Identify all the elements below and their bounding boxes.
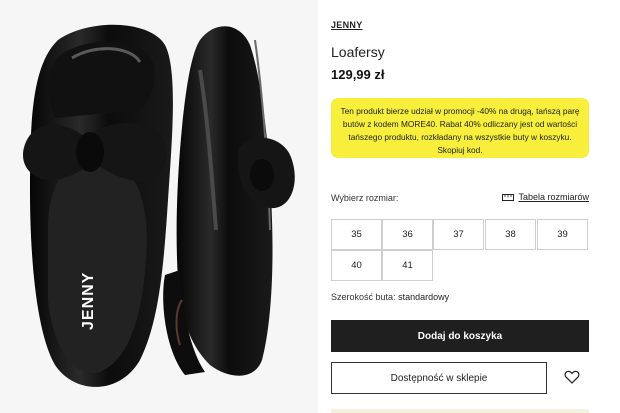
size-guide-link[interactable]: Tabela rozmiarów — [502, 192, 589, 202]
heart-icon[interactable] — [564, 369, 580, 385]
brand-link[interactable]: JENNY — [331, 20, 363, 30]
store-availability-button[interactable]: Dostępność w sklepie — [331, 362, 547, 394]
size-option[interactable]: 41 — [382, 250, 433, 281]
size-option[interactable]: 37 — [433, 219, 484, 250]
loafers-photo: JENNY — [0, 0, 318, 413]
product-image[interactable]: JENNY — [0, 0, 318, 413]
size-option[interactable]: 39 — [537, 219, 588, 250]
product-price: 129,99 zł — [331, 67, 385, 82]
size-guide-label: Tabela rozmiarów — [518, 192, 589, 202]
ruler-icon — [502, 193, 515, 201]
promo-banner[interactable]: Ten produkt bierze udział w promocji -40… — [331, 98, 589, 158]
shoe-width-value: standardowy — [398, 292, 450, 302]
add-to-cart-button[interactable]: Dodaj do koszyka — [331, 320, 589, 352]
shoe-width-label: Szerokość buta: — [331, 292, 396, 302]
size-option[interactable]: 35 — [331, 219, 382, 250]
size-label: Wybierz rozmiar: — [331, 193, 399, 203]
shoe-width: Szerokość buta: standardowy — [331, 292, 449, 302]
size-option[interactable]: 38 — [485, 219, 536, 250]
product-info-panel: JENNY Loafersy 129,99 zł Ten produkt bie… — [331, 0, 589, 413]
insole-logo: JENNY — [80, 272, 97, 330]
size-option[interactable]: 36 — [382, 219, 433, 250]
product-title: Loafersy — [331, 44, 385, 60]
size-option[interactable]: 40 — [331, 250, 382, 281]
promo-text: Ten produkt bierze udział w promocji -40… — [340, 106, 580, 155]
next-section-edge — [331, 409, 589, 413]
